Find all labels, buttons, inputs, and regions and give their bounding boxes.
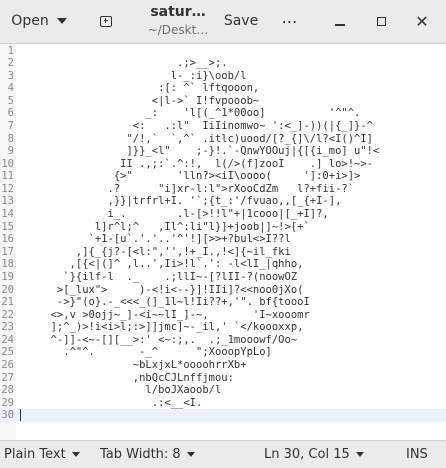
window-title-area: satur… ~/Deskt… <box>134 4 222 38</box>
text-line[interactable] <box>19 45 444 58</box>
chevron-down-icon <box>71 452 80 457</box>
line-number: 24 <box>1 333 14 346</box>
line-number: 22 <box>1 308 14 321</box>
maximize-button[interactable] <box>367 7 395 35</box>
text-cursor <box>20 409 21 422</box>
line-number: 9 <box>7 145 14 158</box>
line-number: 30 <box>1 409 14 422</box>
new-document-button[interactable] <box>92 7 120 35</box>
text-editor[interactable]: 12 .;>__>;. 3 l-_:i}\oob/l 4 :[: ^` lftqoo… <box>0 44 446 440</box>
text-line[interactable]: ,]{_{j?-[<l:",'',!+_I.,!<]{~il_fki <box>19 246 444 259</box>
line-number: 19 <box>1 270 14 283</box>
open-button-label: Open <box>11 13 49 29</box>
text-line[interactable]: .;>__>;. <box>19 57 444 70</box>
language-label: Plain Text <box>4 447 66 462</box>
line-number: 17 <box>1 245 14 258</box>
text-line[interactable]: <>,v >0ojj~_]-<i~~lI_]-~, 'I~xooomr <box>19 309 444 322</box>
line-number: 8 <box>7 132 14 145</box>
open-button[interactable]: Open <box>6 7 72 35</box>
language-selector[interactable]: Plain Text <box>4 441 80 468</box>
line-number: 5 <box>7 94 14 107</box>
window-subtitle: ~/Deskt… <box>147 23 209 37</box>
text-line[interactable]: `}{ilf-l ._ .;llI~-[?lII-?(noowOZ <box>19 271 444 284</box>
close-icon: ✕ <box>415 11 429 31</box>
maximize-icon <box>376 16 386 26</box>
text-line[interactable]: {>" 'lln?><iI\oooo( ']:0+i>]> <box>19 170 444 183</box>
text-line[interactable]: ];^_)>!i<i>l;:>]]jmc]~-_il,' `</koooxxp, <box>19 321 444 334</box>
line-number: 13 <box>1 195 14 208</box>
line-number: 23 <box>1 321 14 334</box>
line-number: 25 <box>1 346 14 359</box>
minimize-button[interactable] <box>326 7 354 35</box>
close-button[interactable]: ✕ <box>408 7 436 35</box>
line-number: 10 <box>1 157 14 170</box>
text-line[interactable]: ~bLxjxL*oooohrrXb+ <box>19 359 444 372</box>
text-line[interactable]: l-_:i}\oob/l <box>19 70 444 83</box>
text-line[interactable]: >[_lux"> )-<!i<--}]!IIi]?<<noo0jXo( <box>19 284 444 297</box>
line-number: 11 <box>1 170 14 183</box>
save-button[interactable]: Save <box>222 7 260 35</box>
line-number: 14 <box>1 208 14 221</box>
text-line[interactable]: .? "i]xr-l:l">rXooCdZm l?+fii-?` <box>19 183 444 196</box>
line-number: 6 <box>7 107 14 120</box>
line-number: 20 <box>1 283 14 296</box>
chevron-down-icon <box>56 18 67 24</box>
minimize-icon <box>335 24 345 26</box>
text-line[interactable]: ->}"(o}.-_<<<_(]_1l~l!Ii??+,'". bf{toooI <box>19 296 444 309</box>
line-number: 16 <box>1 233 14 246</box>
line-number: 2 <box>7 57 14 70</box>
text-line[interactable]: `+1-[u`.'.'..'^'!][>>+?bul<>I??l <box>19 233 444 246</box>
text-line[interactable]: "/!,` `,^` .itlc)uood/[?_{]\/l?<I()^I] <box>19 133 444 146</box>
text-line[interactable] <box>19 409 444 422</box>
line-number: 1 <box>7 44 14 57</box>
line-number: 21 <box>1 296 14 309</box>
line-number: 18 <box>1 258 14 271</box>
line-number: 26 <box>1 359 14 371</box>
text-line[interactable]: _: 'l[(_^1*00oo] '^"^. <box>19 107 444 120</box>
text-line[interactable]: <|l->` I!fvpooob~ <box>19 95 444 108</box>
line-number: 7 <box>7 119 14 132</box>
cursor-position-label: Ln 30, Col 15 <box>264 447 350 462</box>
line-number: 3 <box>7 69 14 82</box>
chevron-down-icon <box>355 452 364 457</box>
line-number: 4 <box>7 82 14 95</box>
text-line[interactable]: i_. .l-[>!!l"+|1cooo|[_+I]?, <box>19 208 444 221</box>
text-line[interactable]: l/boJXaoob/l <box>19 384 444 397</box>
line-number: 29 <box>1 396 14 409</box>
menu-button[interactable]: ⋯ <box>276 7 304 35</box>
line-number: 27 <box>1 371 14 384</box>
tab-width-label: Tab Width: 8 <box>100 447 181 462</box>
text-line[interactable]: ,nbQcCJLnffjmou: <box>19 372 444 385</box>
text-line[interactable]: ]}}_<l" ;-}!.`-QnwYOOuj|{[{i_mo] u"!< <box>19 145 444 158</box>
text-line[interactable]: :[: ^` lftqooon, <box>19 82 444 95</box>
line-number: 15 <box>1 220 14 233</box>
tab-width-selector[interactable]: Tab Width: 8 <box>100 441 195 468</box>
text-line[interactable]: .^"^. -_^ ";XooopYpLo] <box>19 346 444 359</box>
text-line[interactable]: .:<__<I. <box>19 397 444 410</box>
status-bar: Plain Text Tab Width: 8 Ln 30, Col 15 IN… <box>0 440 446 468</box>
header-bar: Open satur… ~/Deskt… Save ⋯ ✕ <box>0 0 446 44</box>
text-line[interactable]: ,[{<|(]^ ,l..',Ii>!l`.': -l<lI_|qhho, <box>19 258 444 271</box>
text-line[interactable]: ^-]]-<~-[][__>:' <~:;,. .;_1mooowf/Oo~ <box>19 334 444 347</box>
new-tab-icon <box>100 15 112 27</box>
chevron-down-icon <box>186 452 195 457</box>
text-line[interactable]: ,}}|trfrl+I. '`;{t_:'/fvuao,,[_{+I-], <box>19 195 444 208</box>
text-line[interactable]: <: .:l" IiIinomwo~ ':<_]-))(|{_]}-^ <box>19 120 444 133</box>
line-number: 12 <box>1 182 14 195</box>
insert-mode-indicator[interactable]: INS <box>406 441 428 468</box>
window-title: satur… <box>150 4 206 20</box>
text-line[interactable]: l]r^l;^ ,Il^:li"l}]+joob|]~!>[+` <box>19 221 444 234</box>
line-number: 28 <box>1 384 14 397</box>
text-line[interactable]: II .,;:`.^:!, l(/>(f]zooI .] lo>!~>- <box>19 158 444 171</box>
cursor-position-selector[interactable]: Ln 30, Col 15 <box>264 441 364 468</box>
